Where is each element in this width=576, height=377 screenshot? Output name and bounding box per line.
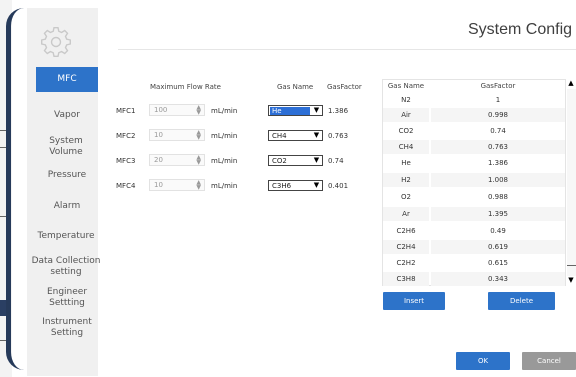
- factor-cell: 0.49: [490, 227, 506, 235]
- gas-table-scrollbar[interactable]: [567, 89, 576, 276]
- mfc-label: MFC3: [116, 157, 136, 165]
- gas-cell: Air: [383, 108, 429, 122]
- gas-factor-value: 1.386: [328, 107, 349, 115]
- gas-cell: C2H4: [383, 240, 429, 254]
- scroll-up-arrow-icon[interactable]: ▲: [566, 79, 576, 89]
- gas-factor-value: 0.763: [328, 132, 349, 140]
- factor-cell: 1.008: [431, 173, 565, 187]
- flow-unit: mL/min: [211, 157, 238, 165]
- stepper-arrows-icon[interactable]: ▲ ▼: [196, 155, 201, 166]
- flow-rate-stepper[interactable]: 10 ▲ ▼: [149, 129, 205, 141]
- header-gas-factor: GasFactor: [327, 83, 362, 91]
- table-row[interactable]: Ar 1.395: [383, 207, 565, 221]
- stepper-arrows-icon[interactable]: ▲ ▼: [196, 130, 201, 141]
- flow-unit: mL/min: [211, 132, 238, 140]
- gas-name-select[interactable]: He ▼: [268, 105, 323, 116]
- insert-button[interactable]: Insert: [383, 292, 445, 310]
- gas-cell: CH4: [383, 140, 429, 154]
- gas-cell: C3H8: [383, 272, 429, 286]
- gas-cell: O2: [401, 193, 411, 201]
- mfc-label: MFC1: [116, 107, 136, 115]
- table-row[interactable]: O2 0.988: [383, 190, 565, 204]
- factor-cell: 0.74: [490, 127, 506, 135]
- stepper-arrows-icon[interactable]: ▲ ▼: [196, 180, 201, 191]
- table-row[interactable]: N2 1: [383, 93, 565, 107]
- dropdown-arrow-icon[interactable]: ▼: [311, 181, 322, 190]
- gas-name-value: CO2: [272, 157, 287, 165]
- flow-unit: mL/min: [211, 182, 238, 190]
- gas-cell: Ar: [383, 207, 429, 221]
- factor-cell: 1.386: [487, 159, 509, 167]
- table-row[interactable]: C2H2 0.615: [383, 256, 565, 270]
- scroll-down-arrow-icon[interactable]: ▼: [566, 276, 576, 286]
- gas-cell: C2H6: [396, 227, 416, 235]
- gas-table-header-name: Gas Name: [387, 82, 425, 90]
- factor-cell: 0.988: [487, 193, 509, 201]
- gas-cell: He: [401, 159, 411, 167]
- flow-rate-value: 10: [154, 131, 163, 139]
- header-gas-name: Gas Name: [277, 83, 314, 91]
- gas-factor-value: 0.401: [328, 182, 349, 190]
- page-title: System Config: [468, 21, 573, 38]
- ok-button[interactable]: OK: [456, 352, 510, 370]
- gas-name-value: He: [270, 107, 310, 115]
- flow-rate-stepper[interactable]: 10 ▲ ▼: [149, 179, 205, 191]
- flow-rate-stepper[interactable]: 100 ▲ ▼: [149, 104, 205, 116]
- sidebar-item-pressure[interactable]: Pressure: [36, 170, 98, 181]
- delete-button[interactable]: Delete: [488, 292, 555, 310]
- factor-cell: 0.998: [431, 108, 565, 122]
- sidebar-item-alarm[interactable]: Alarm: [36, 201, 98, 212]
- factor-cell: 0.763: [431, 140, 565, 154]
- window-frame-curve: [6, 8, 28, 370]
- sidebar-item-instrument[interactable]: Instrument Setting: [38, 317, 96, 339]
- factor-cell: 0.343: [431, 272, 565, 286]
- table-row[interactable]: CH4 0.763: [383, 140, 565, 154]
- mfc-label: MFC4: [116, 182, 136, 190]
- sidebar-item-engineer[interactable]: Engineer Settting: [42, 287, 92, 309]
- sidebar-item-system-volume[interactable]: System Volume: [42, 136, 90, 158]
- gas-cell: H2: [383, 173, 429, 187]
- flow-rate-value: 100: [154, 106, 168, 114]
- mfc-label: MFC2: [116, 132, 136, 140]
- table-row[interactable]: CO2 0.74: [383, 124, 565, 138]
- gas-cell: C2H2: [396, 259, 416, 267]
- gas-name-select[interactable]: CO2 ▼: [268, 155, 323, 166]
- gas-cell: CO2: [398, 127, 414, 135]
- sidebar-item-vapor[interactable]: Vapor: [36, 110, 98, 121]
- table-row[interactable]: H2 1.008: [383, 173, 565, 187]
- factor-cell: 0.615: [487, 259, 509, 267]
- sidebar-item-temperature[interactable]: Temperature: [33, 231, 99, 242]
- dropdown-arrow-icon[interactable]: ▼: [311, 131, 322, 140]
- table-row[interactable]: C3H8 0.343: [383, 272, 565, 286]
- header-max-flow: Maximum Flow Rate: [150, 83, 221, 91]
- flow-rate-value: 20: [154, 156, 163, 164]
- gas-table-header-factor: GasFactor: [480, 82, 516, 90]
- sidebar-item-mfc[interactable]: MFC: [36, 67, 98, 92]
- gas-name-select[interactable]: CH4 ▼: [268, 130, 323, 141]
- stepper-arrows-icon[interactable]: ▲ ▼: [196, 105, 201, 116]
- gas-factor-value: 0.74: [328, 157, 344, 165]
- sidebar-item-data-collection[interactable]: Data Collection setting: [30, 256, 102, 278]
- table-row[interactable]: C2H6 0.49: [383, 224, 565, 238]
- table-row[interactable]: C2H4 0.619: [383, 240, 565, 254]
- gas-name-value: C3H6: [272, 182, 292, 190]
- table-row[interactable]: Air 0.998: [383, 108, 565, 122]
- table-row[interactable]: He 1.386: [383, 156, 565, 170]
- flow-rate-stepper[interactable]: 20 ▲ ▼: [149, 154, 205, 166]
- flow-unit: mL/min: [211, 107, 238, 115]
- dropdown-arrow-icon[interactable]: ▼: [311, 106, 322, 115]
- cancel-button[interactable]: Cancel: [522, 352, 576, 370]
- factor-cell: 0.619: [431, 240, 565, 254]
- factor-cell: 1: [495, 96, 501, 104]
- gas-name-value: CH4: [272, 132, 287, 140]
- factor-cell: 1.395: [431, 207, 565, 221]
- gas-name-select[interactable]: C3H6 ▼: [268, 180, 323, 191]
- gear-icon: [41, 27, 71, 58]
- gas-cell: N2: [401, 96, 411, 104]
- title-divider: [118, 49, 576, 50]
- scrollbar-thumb[interactable]: [567, 265, 576, 266]
- flow-rate-value: 10: [154, 181, 163, 189]
- dropdown-arrow-icon[interactable]: ▼: [311, 156, 322, 165]
